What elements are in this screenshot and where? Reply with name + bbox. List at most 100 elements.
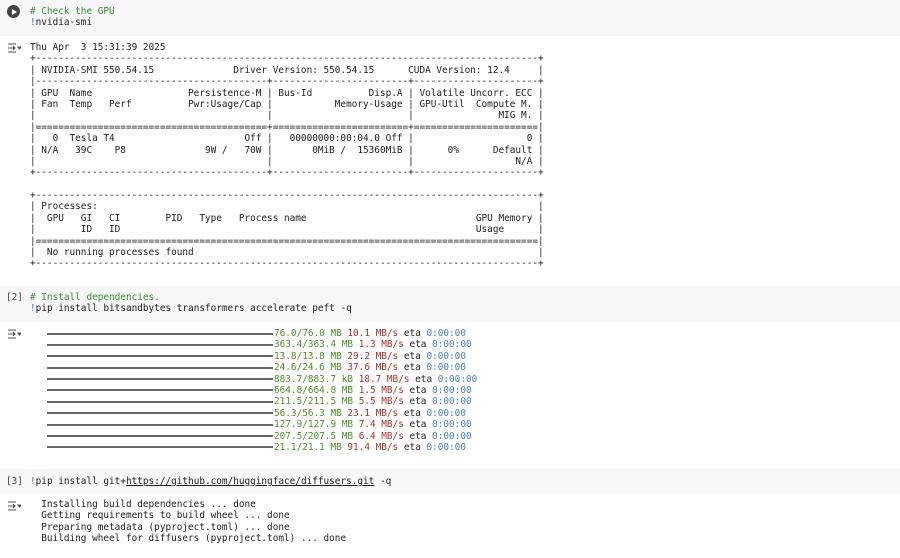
execution-count-label: [2]	[6, 292, 23, 303]
code-cell-3[interactable]: [3] !pip install git+https://github.com/…	[0, 469, 900, 494]
diffusers-install-output: Installing build dependencies ... done G…	[30, 499, 346, 545]
eta-label: eta	[409, 396, 427, 408]
code-command-flag: -q	[374, 476, 392, 487]
nvidia-smi-output: Thu Apr 3 15:31:39 2025 +---------------…	[30, 42, 544, 270]
progress-bar	[47, 412, 273, 415]
output-line: +---------------------------------------…	[30, 53, 544, 65]
code-comment: # Install dependencies.	[30, 292, 160, 303]
download-speed: 7.4 MB/s	[358, 419, 404, 431]
output-line: | NVIDIA-SMI 550.54.15 Driver Version: 5…	[30, 64, 544, 76]
progress-row: 127.9/127.9 MB 7.4 MB/s eta 0:00:00	[30, 419, 477, 430]
download-size: 363.4/363.4 MB	[274, 339, 354, 351]
download-size: 76.0/76.0 MB	[274, 328, 342, 339]
eta-label: eta	[409, 430, 427, 442]
download-size: 207.5/207.5 MB	[274, 430, 354, 442]
eta-label: eta	[403, 328, 421, 339]
progress-bar	[47, 378, 273, 381]
progress-bar	[47, 343, 273, 346]
eta-label: eta	[403, 362, 421, 374]
progress-row: 363.4/363.4 MB 1.3 MB/s eta 0:00:00	[30, 339, 477, 350]
eta-label: eta	[403, 350, 421, 362]
output-line: | Fan Temp Perf Pwr:Usage/Cap | Memory-U…	[30, 98, 544, 110]
eta-time: 0:00:00	[432, 339, 472, 351]
eta-label: eta	[403, 441, 421, 453]
cell-code-editor[interactable]: # Check the GPU !nvidia-smi	[30, 6, 115, 29]
eta-time: 0:00:00	[432, 384, 472, 396]
pip-output: 76.0/76.0 MB 10.1 MB/s eta 0:00:00 363.4/…	[30, 328, 477, 453]
download-size: 127.9/127.9 MB	[274, 419, 354, 431]
download-speed: 18.7 MB/s	[358, 373, 410, 385]
progress-row: 207.5/207.5 MB 6.4 MB/s eta 0:00:00	[30, 431, 477, 442]
output-line: +---------------------------------------…	[30, 258, 544, 270]
code-comment: # Check the GPU	[30, 6, 115, 17]
eta-label: eta	[403, 407, 421, 419]
cell-code-editor[interactable]: !pip install git+https://github.com/hugg…	[30, 476, 391, 487]
output-line: |---------------------------------------…	[30, 76, 544, 88]
output-line: Preparing metadata (pyproject.toml) ... …	[30, 521, 290, 533]
output-line: +---------------------------------------…	[30, 190, 544, 202]
code-command: pip install bitsandbytes transformers ac…	[35, 303, 352, 315]
output-line: Thu Apr 3 15:31:39 2025	[30, 42, 205, 53]
output-line: | N/A 39C P8 9W / 70W | 0MiB / 15360MiB …	[30, 144, 544, 156]
download-speed: 1.3 MB/s	[358, 339, 404, 351]
download-speed: 29.2 MB/s	[347, 350, 399, 362]
progress-row: 56.3/56.3 MB 23.1 MB/s eta 0:00:00	[30, 408, 477, 419]
code-command: nvidia-smi	[35, 17, 93, 29]
output-line: | GPU Name Persistence-M | Bus-Id Disp.A…	[30, 87, 544, 99]
progress-row: 13.8/13.8 MB 29.2 MB/s eta 0:00:00	[30, 351, 477, 362]
progress-row: 76.0/76.0 MB 10.1 MB/s eta 0:00:00	[30, 328, 477, 339]
eta-label: eta	[409, 339, 427, 351]
eta-label: eta	[415, 373, 433, 385]
run-cell-button[interactable]	[7, 5, 20, 18]
progress-bar	[47, 435, 273, 438]
eta-time: 0:00:00	[426, 362, 466, 374]
output-line: Getting requirements to build wheel ... …	[30, 510, 290, 522]
repo-link[interactable]: https://github.com/huggingface/diffusers…	[126, 476, 374, 487]
download-size: 883.7/883.7 kB	[274, 373, 354, 385]
progress-row: 24.6/24.6 MB 37.6 MB/s eta 0:00:00	[30, 362, 477, 373]
output-line: |=======================================…	[30, 121, 544, 133]
eta-time: 0:00:00	[426, 350, 466, 362]
output-toggle-icon[interactable]	[7, 501, 21, 511]
progress-bar	[47, 400, 273, 403]
progress-row: 883.7/883.7 kB 18.7 MB/s eta 0:00:00	[30, 374, 477, 385]
download-speed: 91.4 MB/s	[347, 441, 399, 453]
eta-label: eta	[409, 384, 427, 396]
download-size: 211.5/211.5 MB	[274, 396, 354, 408]
output-toggle-icon[interactable]	[7, 43, 21, 53]
progress-bar	[47, 423, 273, 426]
download-size: 664.8/664.8 MB	[274, 384, 354, 396]
download-size: 24.6/24.6 MB	[274, 362, 342, 374]
download-speed: 37.6 MB/s	[347, 362, 399, 374]
code-cell-2[interactable]: [2] # Install dependencies. !pip install …	[0, 286, 900, 322]
progress-bar	[47, 446, 273, 449]
download-speed: 5.5 MB/s	[358, 396, 404, 408]
eta-time: 0:00:00	[432, 419, 472, 431]
progress-row: 211.5/211.5 MB 5.5 MB/s eta 0:00:00	[30, 396, 477, 407]
eta-time: 0:00:00	[426, 441, 466, 453]
progress-bar	[47, 366, 273, 369]
output-line: +---------------------------------------…	[30, 167, 544, 179]
code-cell-1[interactable]: # Check the GPU !nvidia-smi	[0, 0, 900, 36]
code-command: pip install git+	[35, 476, 126, 487]
output-line: | | | N/A |	[30, 155, 544, 167]
execution-count-label: [3]	[6, 476, 23, 487]
output-line: | ID ID Usage |	[30, 224, 544, 236]
progress-bar	[47, 355, 273, 358]
download-speed: 1.5 MB/s	[358, 384, 404, 396]
eta-time: 0:00:00	[426, 328, 466, 339]
download-size: 56.3/56.3 MB	[274, 407, 342, 419]
progress-row: 21.1/21.1 MB 91.4 MB/s eta 0:00:00	[30, 442, 477, 453]
eta-time: 0:00:00	[432, 396, 472, 408]
download-speed: 23.1 MB/s	[347, 407, 399, 419]
eta-time: 0:00:00	[432, 430, 472, 442]
output-line: | Processes: |	[30, 201, 544, 213]
output-toggle-icon[interactable]	[7, 329, 21, 339]
cell-code-editor[interactable]: # Install dependencies. !pip install bits…	[30, 292, 352, 315]
progress-row: 664.8/664.8 MB 1.5 MB/s eta 0:00:00	[30, 385, 477, 396]
output-line: Building wheel for diffusers (pyproject.…	[30, 533, 347, 545]
download-size: 13.8/13.8 MB	[274, 350, 342, 362]
eta-time: 0:00:00	[437, 373, 478, 385]
output-line: | 0 Tesla T4 Off | 00000000:00:04.0 Off …	[30, 133, 544, 145]
